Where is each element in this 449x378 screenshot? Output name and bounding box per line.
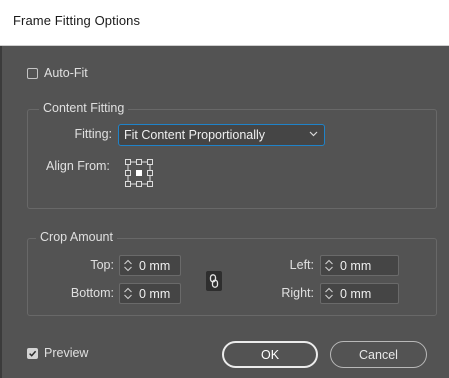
- reference-point-icon[interactable]: [124, 158, 154, 188]
- spinner-arrows-icon[interactable]: [323, 258, 335, 273]
- ok-button[interactable]: OK: [222, 341, 318, 368]
- align-from-label: Align From:: [46, 159, 110, 173]
- crop-amount-group: [27, 238, 437, 316]
- crop-top-field[interactable]: 0 mm: [119, 255, 181, 276]
- cancel-button[interactable]: Cancel: [330, 341, 427, 368]
- crop-top-value[interactable]: 0 mm: [139, 259, 170, 273]
- crop-left-label: Left:: [289, 258, 314, 272]
- crop-right-value[interactable]: 0 mm: [340, 287, 371, 301]
- crop-right-field[interactable]: 0 mm: [320, 283, 399, 304]
- crop-left-value[interactable]: 0 mm: [340, 259, 371, 273]
- content-fitting-group-title: Content Fitting: [39, 101, 129, 115]
- crop-bottom-field[interactable]: 0 mm: [119, 283, 181, 304]
- preview-label[interactable]: Preview: [44, 346, 88, 360]
- spinner-arrows-icon[interactable]: [122, 286, 134, 301]
- fitting-dropdown[interactable]: Fit Content Proportionally: [118, 124, 325, 146]
- crop-top-label: Top:: [90, 258, 114, 272]
- title-bar: Frame Fitting Options: [0, 0, 449, 46]
- crop-left-field[interactable]: 0 mm: [320, 255, 399, 276]
- auto-fit-checkbox[interactable]: [27, 68, 38, 79]
- fitting-selected-value: Fit Content Proportionally: [124, 128, 266, 142]
- auto-fit-label[interactable]: Auto-Fit: [44, 66, 88, 80]
- crop-amount-group-title: Crop Amount: [36, 230, 117, 244]
- crop-right-label: Right:: [281, 286, 314, 300]
- constrain-proportions-button[interactable]: [206, 271, 222, 291]
- fitting-label: Fitting:: [74, 127, 112, 141]
- frame-fitting-options-dialog: Frame Fitting Options Auto-Fit Content F…: [0, 0, 449, 378]
- chevron-down-icon: [309, 131, 318, 137]
- preview-checkbox[interactable]: [27, 348, 38, 359]
- checkmark-icon: [29, 350, 37, 357]
- chain-link-icon: [209, 274, 219, 288]
- spinner-arrows-icon[interactable]: [122, 258, 134, 273]
- window-edge: [0, 46, 2, 378]
- spinner-arrows-icon[interactable]: [323, 286, 335, 301]
- dialog-title: Frame Fitting Options: [13, 13, 141, 28]
- crop-bottom-value[interactable]: 0 mm: [139, 287, 170, 301]
- crop-bottom-label: Bottom:: [70, 286, 114, 300]
